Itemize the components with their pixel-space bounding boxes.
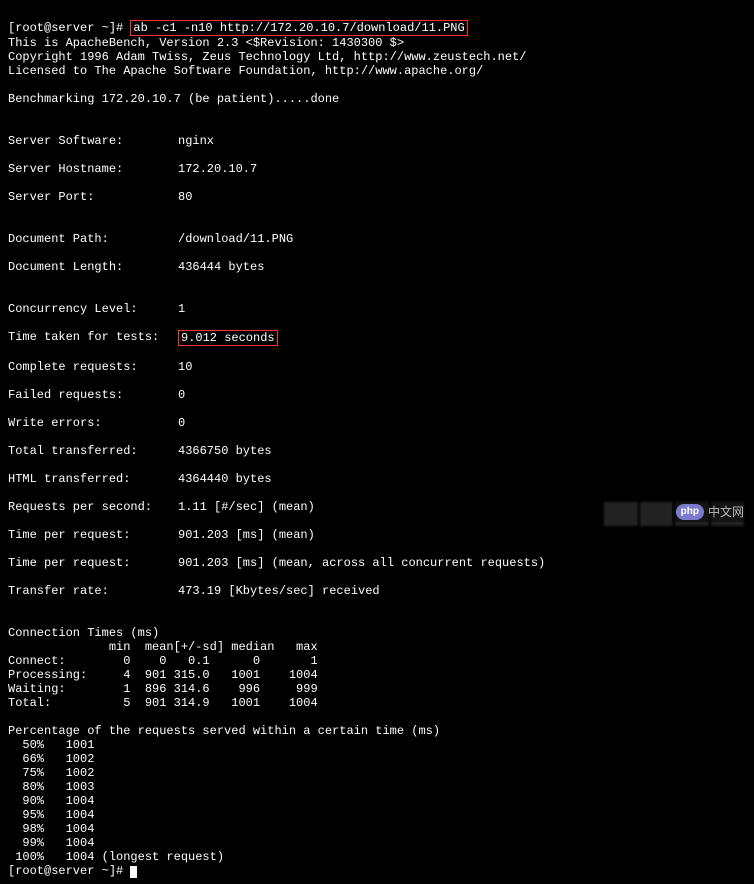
pct-row-98: 98% 1004: [8, 822, 94, 836]
server-hostname-label: Server Hostname:: [8, 162, 178, 176]
time-per-request-row-2: Time per request:901.203 [ms] (mean, acr…: [8, 556, 746, 570]
header-line-2: Copyright 1996 Adam Twiss, Zeus Technolo…: [8, 50, 526, 64]
requests-per-second-label: Requests per second:: [8, 500, 178, 514]
server-port-row: Server Port:80: [8, 190, 746, 204]
header-line-3: Licensed to The Apache Software Foundati…: [8, 64, 483, 78]
total-transferred-label: Total transferred:: [8, 444, 178, 458]
pct-row-50: 50% 1001: [8, 738, 94, 752]
time-per-request-row-1: Time per request:901.203 [ms] (mean): [8, 528, 746, 542]
conn-times-waiting: Waiting: 1 896 314.6 996 999: [8, 682, 318, 696]
server-software-value: nginx: [178, 134, 214, 148]
write-errors-value: 0: [178, 416, 185, 430]
end-prompt[interactable]: [root@server ~]#: [8, 864, 130, 878]
complete-requests-label: Complete requests:: [8, 360, 178, 374]
server-hostname-value: 172.20.10.7: [178, 162, 257, 176]
write-errors-row: Write errors:0: [8, 416, 746, 430]
document-length-row: Document Length:436444 bytes: [8, 260, 746, 274]
server-port-value: 80: [178, 190, 192, 204]
transfer-rate-label: Transfer rate:: [8, 584, 178, 598]
transfer-rate-value: 473.19 [Kbytes/sec] received: [178, 584, 380, 598]
failed-requests-row: Failed requests:0: [8, 388, 746, 402]
total-transferred-value: 4366750 bytes: [178, 444, 272, 458]
conn-times-connect: Connect: 0 0 0.1 0 1: [8, 654, 318, 668]
time-per-request-label-1: Time per request:: [8, 528, 178, 542]
complete-requests-row: Complete requests:10: [8, 360, 746, 374]
time-taken-label: Time taken for tests:: [8, 330, 178, 346]
time-per-request-label-2: Time per request:: [8, 556, 178, 570]
time-taken-value-highlight: 9.012 seconds: [178, 330, 278, 346]
document-path-label: Document Path:: [8, 232, 178, 246]
benchmarking-line: Benchmarking 172.20.10.7 (be patient)...…: [8, 92, 339, 106]
pct-row-80: 80% 1003: [8, 780, 94, 794]
conn-times-title: Connection Times (ms): [8, 626, 159, 640]
time-per-request-value-2: 901.203 [ms] (mean, across all concurren…: [178, 556, 545, 570]
pct-row-75: 75% 1002: [8, 766, 94, 780]
pct-title: Percentage of the requests served within…: [8, 724, 440, 738]
pct-row-100: 100% 1004 (longest request): [8, 850, 224, 864]
ab-command-highlight: ab -c1 -n10 http://172.20.10.7/download/…: [130, 20, 467, 36]
html-transferred-row: HTML transferred:4364440 bytes: [8, 472, 746, 486]
pct-row-99: 99% 1004: [8, 836, 94, 850]
write-errors-label: Write errors:: [8, 416, 178, 430]
failed-requests-label: Failed requests:: [8, 388, 178, 402]
document-path-row: Document Path:/download/11.PNG: [8, 232, 746, 246]
concurrency-level-row: Concurrency Level:1: [8, 302, 746, 316]
pct-row-90: 90% 1004: [8, 794, 94, 808]
failed-requests-value: 0: [178, 388, 185, 402]
conn-times-processing: Processing: 4 901 315.0 1001 1004: [8, 668, 318, 682]
cursor-icon: [130, 866, 137, 878]
total-transferred-row: Total transferred:4366750 bytes: [8, 444, 746, 458]
watermark: php 中文网: [672, 502, 748, 522]
document-length-value: 436444 bytes: [178, 260, 264, 274]
server-software-label: Server Software:: [8, 134, 178, 148]
pct-row-95: 95% 1004: [8, 808, 94, 822]
document-length-label: Document Length:: [8, 260, 178, 274]
header-line-1: This is ApacheBench, Version 2.3 <$Revis…: [8, 36, 404, 50]
time-per-request-value-1: 901.203 [ms] (mean): [178, 528, 315, 542]
html-transferred-label: HTML transferred:: [8, 472, 178, 486]
server-port-label: Server Port:: [8, 190, 178, 204]
watermark-text: 中文网: [708, 505, 744, 519]
html-transferred-value: 4364440 bytes: [178, 472, 272, 486]
requests-per-second-value: 1.11 [#/sec] (mean): [178, 500, 315, 514]
complete-requests-value: 10: [178, 360, 192, 374]
conn-times-total: Total: 5 901 314.9 1001 1004: [8, 696, 318, 710]
document-path-value: /download/11.PNG: [178, 232, 293, 246]
prompt-prefix: [root@server ~]#: [8, 21, 130, 35]
transfer-rate-row: Transfer rate:473.19 [Kbytes/sec] receiv…: [8, 584, 746, 598]
server-hostname-row: Server Hostname:172.20.10.7: [8, 162, 746, 176]
server-software-row: Server Software:nginx: [8, 134, 746, 148]
time-taken-row: Time taken for tests:9.012 seconds: [8, 330, 746, 346]
pct-row-66: 66% 1002: [8, 752, 94, 766]
concurrency-level-value: 1: [178, 302, 185, 316]
concurrency-level-label: Concurrency Level:: [8, 302, 178, 316]
watermark-badge: php: [676, 504, 704, 520]
conn-times-header: min mean[+/-sd] median max: [8, 640, 318, 654]
terminal-output: [root@server ~]# ab -c1 -n10 http://172.…: [0, 0, 754, 884]
